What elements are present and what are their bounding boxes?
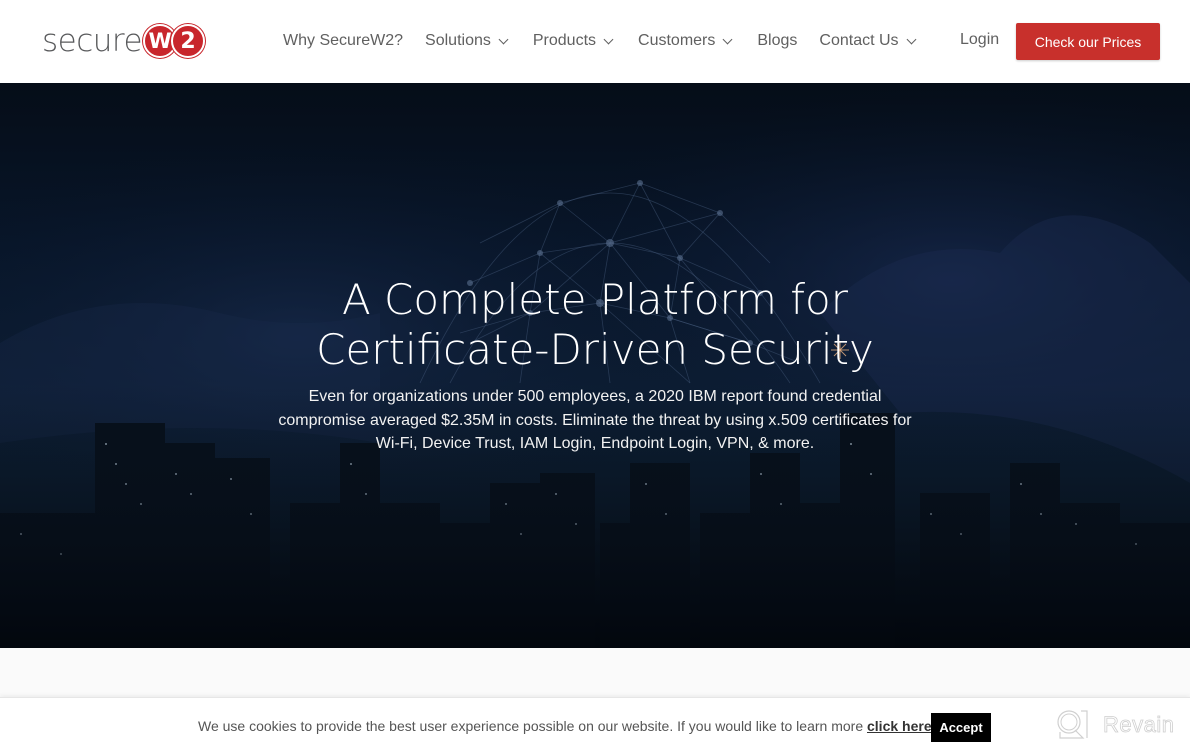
- cookie-policy-link[interactable]: click here: [867, 718, 932, 734]
- hero-title-line-2: Certificate-Driven Security: [316, 325, 874, 374]
- site-header: secure W 2 Why SecureW2? Solutions Produ…: [0, 0, 1190, 83]
- hero-title-line-1: A Complete Platform for: [341, 275, 849, 324]
- nav-item-label: Why SecureW2?: [283, 32, 404, 49]
- nav-item-blogs[interactable]: Blogs: [757, 32, 797, 50]
- logo-badge-2: 2: [171, 24, 206, 58]
- nav-item-label: Blogs: [757, 32, 798, 49]
- hero-section: A Complete Platform for Certificate-Driv…: [0, 83, 1190, 648]
- hero-subtitle: Even for organizations under 500 employe…: [278, 388, 912, 452]
- check-prices-button[interactable]: Check our Prices: [1016, 23, 1160, 60]
- nav-item-customers[interactable]: Customers: [638, 32, 733, 50]
- chevron-down-icon: [722, 34, 733, 44]
- nav-item-label: Customers: [638, 32, 716, 49]
- chevron-down-icon: [906, 34, 916, 44]
- nav-item-products[interactable]: Products: [532, 32, 614, 50]
- revain-label: Revain: [1103, 712, 1175, 738]
- cookie-message: We use cookies to provide the best user …: [198, 718, 936, 734]
- chevron-down-icon: [498, 34, 509, 44]
- nav-item-label: Solutions: [425, 32, 491, 49]
- nav-item-label: Contact Us: [819, 32, 899, 49]
- revain-watermark: Revain: [1055, 708, 1174, 742]
- nav-item-why-securew2[interactable]: Why SecureW2?: [283, 32, 403, 50]
- revain-logo-icon: [1057, 710, 1088, 739]
- nav-item-solutions[interactable]: Solutions: [425, 32, 509, 50]
- login-link[interactable]: Login: [960, 31, 999, 49]
- nav-item-contact-us[interactable]: Contact Us: [819, 32, 916, 50]
- logo-text: secure: [42, 23, 143, 59]
- nav-item-label: Products: [532, 32, 597, 49]
- hero-title: A Complete Platform for Certificate-Driv…: [0, 275, 1190, 375]
- accept-cookies-button[interactable]: Accept: [931, 713, 991, 742]
- cookie-text: We use cookies to provide the best user …: [198, 718, 867, 734]
- logo[interactable]: secure W 2: [42, 22, 206, 60]
- main-nav: Why SecureW2? Solutions Products Custome…: [283, 28, 916, 54]
- cookie-consent-bar: We use cookies to provide the best user …: [0, 697, 1190, 753]
- chevron-down-icon: [603, 34, 614, 44]
